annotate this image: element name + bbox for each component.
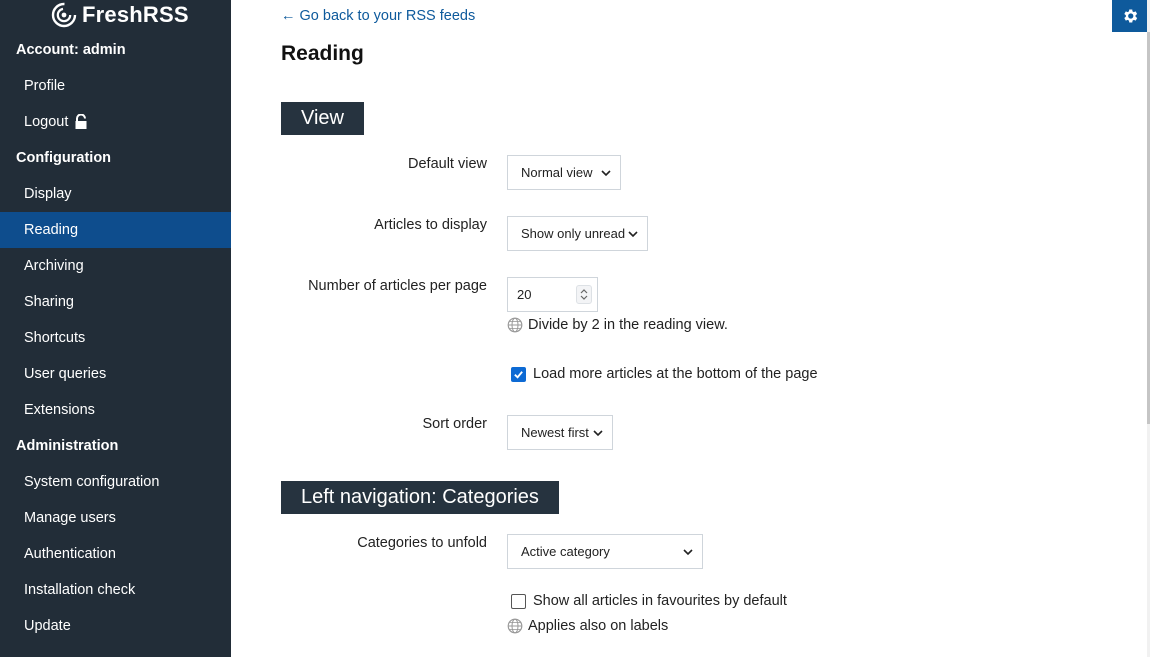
labels-help: Applies also on labels: [507, 618, 668, 634]
settings-button[interactable]: [1112, 0, 1147, 32]
sidebar: FreshRSS Account: admin Profile Logout C…: [0, 0, 231, 657]
help-text: Divide by 2 in the reading view.: [528, 317, 728, 333]
help-text: Applies also on labels: [528, 618, 669, 634]
sidebar-item-authentication[interactable]: Authentication: [0, 536, 231, 572]
sidebar-item-label: Display: [24, 186, 72, 202]
sidebar-item-profile[interactable]: Profile: [0, 68, 231, 104]
section-heading-view: View: [281, 102, 364, 135]
gear-icon: [1123, 9, 1137, 23]
sidebar-item-user-queries[interactable]: User queries: [0, 356, 231, 392]
app-logo[interactable]: FreshRSS: [51, 0, 189, 30]
chevron-down-icon: [601, 170, 611, 177]
sidebar-item-label: Archiving: [24, 258, 84, 274]
sidebar-item-logout[interactable]: Logout: [0, 104, 231, 140]
articles-per-page-label: Number of articles per page: [308, 278, 487, 294]
load-more-checkbox[interactable]: [511, 366, 526, 382]
show-all-favourites-label: Show all articles in favourites by defau…: [533, 593, 787, 609]
articles-per-page-help: Divide by 2 in the reading view.: [507, 317, 728, 333]
sidebar-item-label: Reading: [24, 222, 79, 238]
stepper-arrows-icon: [580, 289, 588, 300]
configuration-heading: Configuration: [16, 150, 112, 166]
sidebar-item-label: Shortcuts: [24, 330, 86, 346]
load-more-checkbox-row[interactable]: Load more articles at the bottom of the …: [511, 366, 818, 382]
sort-order-select[interactable]: Newest first: [507, 415, 613, 450]
sidebar-item-shortcuts[interactable]: Shortcuts: [0, 320, 231, 356]
section-heading-left-navigation: Left navigation: Categories: [281, 481, 559, 514]
sidebar-item-display[interactable]: Display: [0, 176, 231, 212]
default-view-label: Default view: [408, 156, 487, 172]
app-name: FreshRSS: [82, 2, 189, 27]
sidebar-item-label: Authentication: [24, 546, 116, 562]
sidebar-item-manage-users[interactable]: Manage users: [0, 500, 231, 536]
sidebar-item-label: Logout: [24, 114, 69, 130]
select-value: Newest first: [521, 425, 589, 440]
sidebar-item-extensions[interactable]: Extensions: [0, 392, 231, 428]
select-value: Active category: [521, 544, 610, 559]
categories-to-unfold-label: Categories to unfold: [357, 535, 487, 551]
sidebar-item-archiving[interactable]: Archiving: [0, 248, 231, 284]
sidebar-item-label: Update: [24, 618, 71, 634]
sidebar-item-update[interactable]: Update: [0, 608, 231, 644]
checkmark-icon: [514, 370, 523, 379]
select-value: Show only unread: [521, 226, 626, 241]
input-value: 20: [517, 287, 532, 302]
chevron-down-icon: [628, 231, 638, 238]
chevron-down-icon: [683, 549, 693, 556]
show-all-favourites-checkbox-row[interactable]: Show all articles in favourites by defau…: [511, 593, 787, 609]
sort-order-label: Sort order: [422, 416, 487, 432]
page-title: Reading: [281, 42, 364, 65]
back-to-feeds-link[interactable]: ← Go back to your RSS feeds: [281, 8, 475, 24]
sidebar-item-label: System configuration: [24, 474, 160, 490]
sidebar-item-label: Manage users: [24, 510, 116, 526]
sidebar-item-sharing[interactable]: Sharing: [0, 284, 231, 320]
number-stepper[interactable]: [576, 285, 592, 304]
administration-heading: Administration: [16, 438, 119, 454]
globe-icon: [507, 317, 523, 333]
chevron-down-icon: [593, 430, 603, 437]
sidebar-item-system-configuration[interactable]: System configuration: [0, 464, 231, 500]
articles-to-display-label: Articles to display: [374, 217, 487, 233]
load-more-label: Load more articles at the bottom of the …: [533, 366, 818, 382]
sidebar-item-label: Extensions: [24, 402, 95, 418]
sidebar-item-installation-check[interactable]: Installation check: [0, 572, 231, 608]
sidebar-item-label: Sharing: [24, 294, 74, 310]
lock-icon: [75, 114, 87, 129]
select-value: Normal view: [521, 165, 593, 180]
articles-to-display-select[interactable]: Show only unread: [507, 216, 648, 251]
freshrss-logo-icon: [51, 2, 77, 28]
sidebar-item-label: Installation check: [24, 582, 136, 598]
sidebar-item-reading[interactable]: Reading: [0, 212, 231, 248]
default-view-select[interactable]: Normal view: [507, 155, 621, 190]
sidebar-item-label: User queries: [24, 366, 107, 382]
globe-icon: [507, 618, 523, 634]
articles-per-page-input[interactable]: 20: [507, 277, 598, 312]
categories-to-unfold-select[interactable]: Active category: [507, 534, 703, 569]
account-heading: Account: admin: [16, 42, 126, 58]
show-all-favourites-checkbox[interactable]: [511, 593, 526, 609]
sidebar-item-label: Profile: [24, 78, 66, 94]
